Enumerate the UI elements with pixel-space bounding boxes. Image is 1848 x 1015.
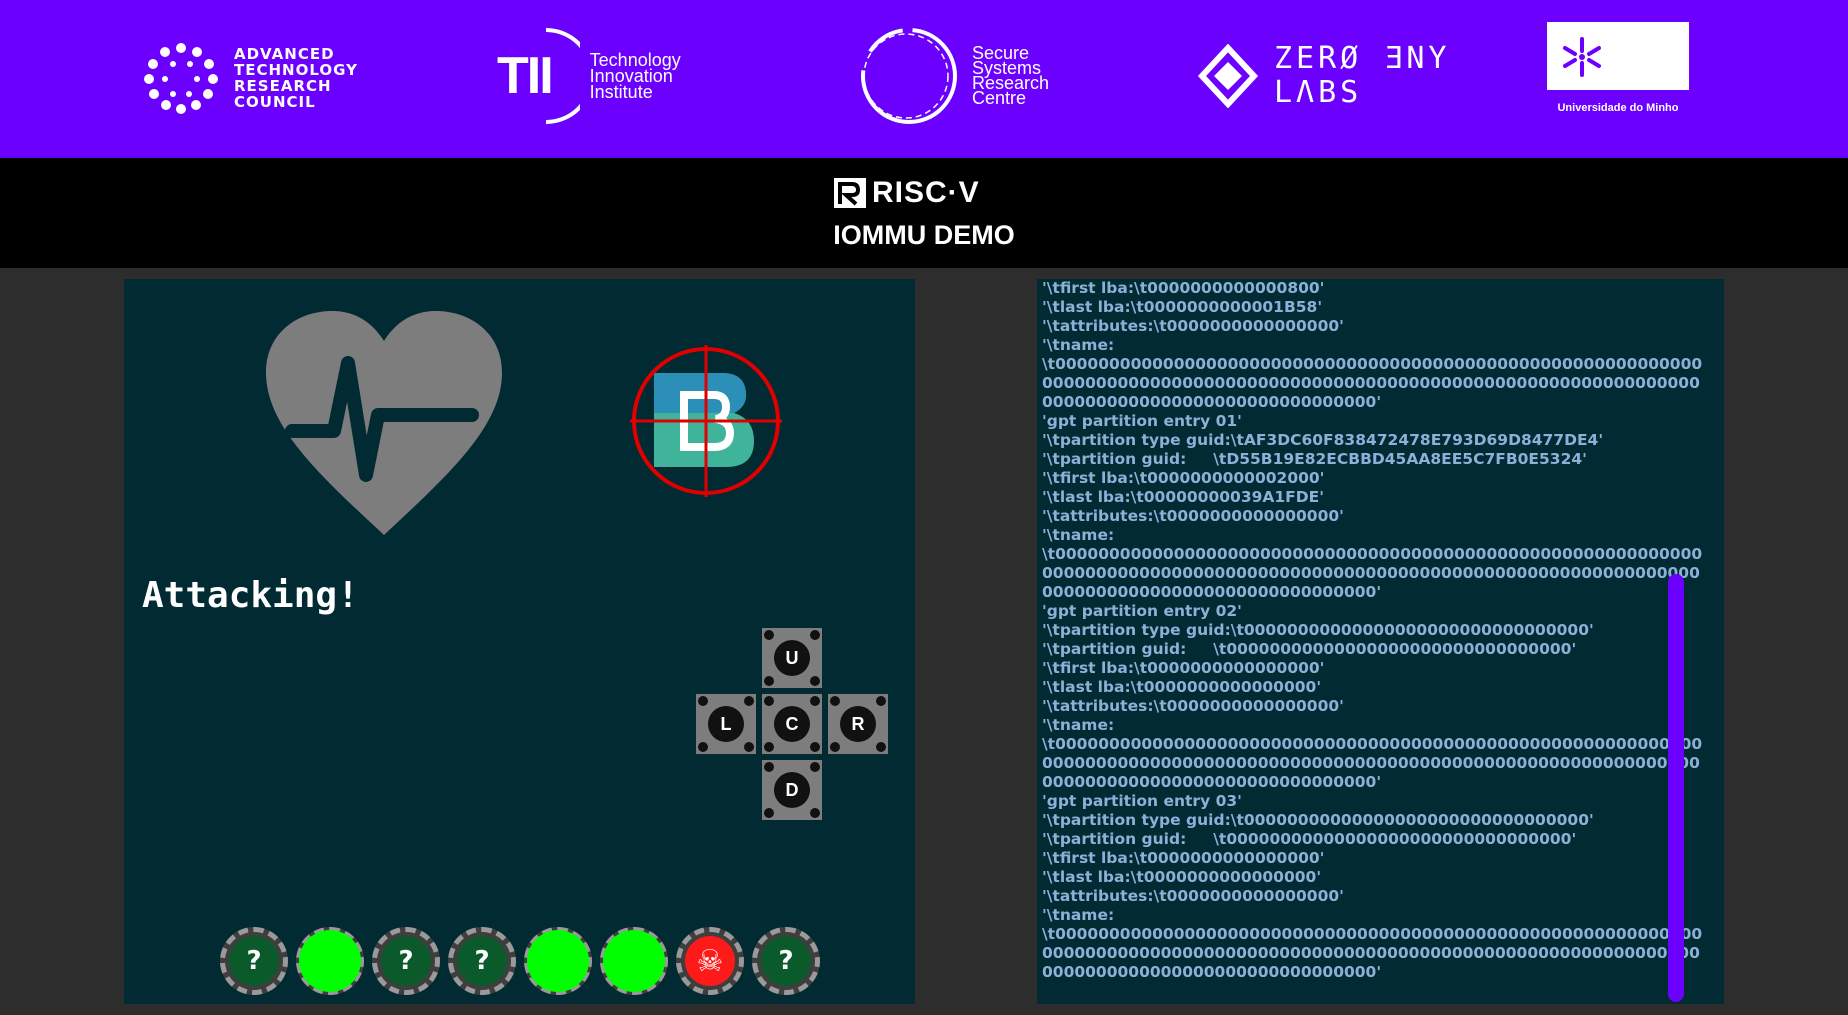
chip-row: ??? ☠? (220, 927, 820, 995)
log-line: \t00000000000000000000000000000000000000… (1042, 735, 1703, 753)
uminho-emblem (1547, 22, 1689, 90)
chip-label: ? (457, 936, 507, 986)
skull-crossbones-icon: ☠ (685, 936, 735, 986)
log-scrollbar[interactable] (1668, 574, 1684, 1002)
log-line: '\tfirst lba:\t0000000000000000' (1042, 849, 1325, 867)
log-line: 0000000000000000000000000000000' (1042, 773, 1382, 791)
chip-label: ? (761, 936, 811, 986)
log-line: '\tpartition type guid:\t000000000000000… (1042, 621, 1594, 639)
sponsor-bar: ADVANCED TECHNOLOGY RESEARCH COUNCIL TII… (0, 0, 1848, 158)
log-line: '\tattributes:\t0000000000000000' (1042, 507, 1344, 525)
dpad-down-label: D (774, 772, 810, 808)
log-panel[interactable]: '\tfirst lba:\t0000000000000800' '\tlast … (1037, 279, 1724, 1004)
riscv-mark-icon (834, 178, 866, 208)
log-line: '\tname: (1042, 716, 1115, 734)
ukri-logo: ADVANCED TECHNOLOGY RESEARCH COUNCIL (142, 42, 358, 114)
log-line: 0000000000000000000000000000000' (1042, 583, 1382, 601)
dpad-down-button[interactable]: D (762, 760, 822, 820)
zero-text: ZERØ ƎNY LΛBS (1274, 41, 1451, 110)
log-line: 0000000000000000000000000000000000000000… (1042, 754, 1700, 772)
chip-label (603, 930, 665, 992)
log-line: '\tattributes:\t0000000000000000' (1042, 317, 1344, 335)
dpad-center-label: C (774, 706, 810, 742)
log-line: '\tlast lba:\t0000000000001B58' (1042, 298, 1323, 316)
ukri-dots-icon (144, 43, 218, 114)
page-title: IOMMU DEMO (833, 220, 1015, 250)
title-bar: RISC·V IOMMU DEMO (0, 158, 1848, 268)
zero-day-labs-logo: ZERØ ƎNY LΛBS (1198, 42, 1451, 110)
log-line: 0000000000000000000000000000000' (1042, 963, 1382, 981)
log-line: 0000000000000000000000000000000000000000… (1042, 374, 1700, 392)
log-line: \t00000000000000000000000000000000000000… (1042, 925, 1703, 943)
log-line: '\tname: (1042, 906, 1115, 924)
log-line: '\tpartition guid: \t0000000000000000000… (1042, 830, 1577, 848)
log-line: '\tfirst lba:\t0000000000002000' (1042, 469, 1325, 487)
status-chip-unknown: ? (448, 927, 516, 995)
tii-text: Technology Innovation Institute (589, 50, 681, 102)
uminho-logo: Universidade do Minho (1547, 22, 1689, 114)
riscv-logo: RISC·V (834, 176, 980, 210)
log-line: \t00000000000000000000000000000000000000… (1042, 355, 1703, 373)
status-chip-ok (524, 927, 592, 995)
log-line: 'gpt partition entry 02' (1042, 602, 1242, 620)
log-line: '\tlast lba:\t00000000039A1FDE' (1042, 488, 1324, 506)
log-line: 'gpt partition entry 01' (1042, 412, 1242, 430)
ukri-text: ADVANCED TECHNOLOGY RESEARCH COUNCIL (234, 45, 358, 111)
game-panel: Attacking! U L C R D ??? ☠? (124, 279, 915, 1004)
dpad-right-button[interactable]: R (828, 694, 888, 754)
log-line: 0000000000000000000000000000000000000000… (1042, 944, 1700, 962)
log-line: '\tattributes:\t0000000000000000' (1042, 697, 1344, 715)
tii-logo: TII Technology Innovation Institute (497, 26, 681, 126)
log-line: '\tpartition type guid:\tAF3DC60F8384724… (1042, 431, 1604, 449)
zero-diamond-icon (1198, 44, 1258, 108)
uminho-text: Universidade do Minho (1557, 102, 1679, 114)
chip-label (299, 930, 361, 992)
log-line: 'gpt partition entry 03' (1042, 792, 1242, 810)
log-line: '\tname: (1042, 336, 1115, 354)
attack-status-text: Attacking! (142, 575, 359, 616)
log-line: '\tpartition type guid:\t000000000000000… (1042, 811, 1594, 829)
ssrc-circle-icon (861, 28, 957, 124)
dpad-left-label: L (708, 706, 744, 742)
crosshair-target-icon[interactable] (630, 345, 782, 497)
dpad-up-label: U (774, 640, 810, 676)
tii-arc-icon (545, 28, 580, 124)
dpad-center-button[interactable]: C (762, 694, 822, 754)
log-line: '\tlast lba:\t0000000000000000' (1042, 868, 1322, 886)
ssrc-text: Secure Systems Research Centre (972, 43, 1050, 108)
log-line: '\tpartition guid: \tD55B19E82ECBBD45AA8… (1042, 450, 1587, 468)
status-chip-unknown: ? (752, 927, 820, 995)
log-line: '\tpartition guid: \t0000000000000000000… (1042, 640, 1577, 658)
log-line: '\tfirst lba:\t0000000000000800' (1042, 279, 1325, 297)
log-line: '\tlast lba:\t0000000000000000' (1042, 678, 1322, 696)
status-chip-ok (296, 927, 364, 995)
log-line: 0000000000000000000000000000000' (1042, 393, 1382, 411)
log-line: '\tname: (1042, 526, 1115, 544)
chip-label: ? (229, 936, 279, 986)
log-line: 0000000000000000000000000000000000000000… (1042, 564, 1700, 582)
log-line: '\tfirst lba:\t0000000000000000' (1042, 659, 1325, 677)
ssrc-logo: Secure Systems Research Centre (854, 26, 1049, 126)
chip-label: ? (381, 936, 431, 986)
riscv-wordmark: RISC·V (872, 176, 980, 209)
asterisk-icon (1563, 37, 1601, 77)
status-chip-ok (600, 927, 668, 995)
log-line: '\tattributes:\t0000000000000000' (1042, 887, 1344, 905)
dpad-up-button[interactable]: U (762, 628, 822, 688)
status-chip-alert: ☠ (676, 927, 744, 995)
status-chip-unknown: ? (372, 927, 440, 995)
dpad-right-label: R (840, 706, 876, 742)
log-line: \t00000000000000000000000000000000000000… (1042, 545, 1703, 563)
dpad-left-button[interactable]: L (696, 694, 756, 754)
status-chip-unknown: ? (220, 927, 288, 995)
heart-pulse-icon (266, 311, 502, 535)
chip-label (527, 930, 589, 992)
